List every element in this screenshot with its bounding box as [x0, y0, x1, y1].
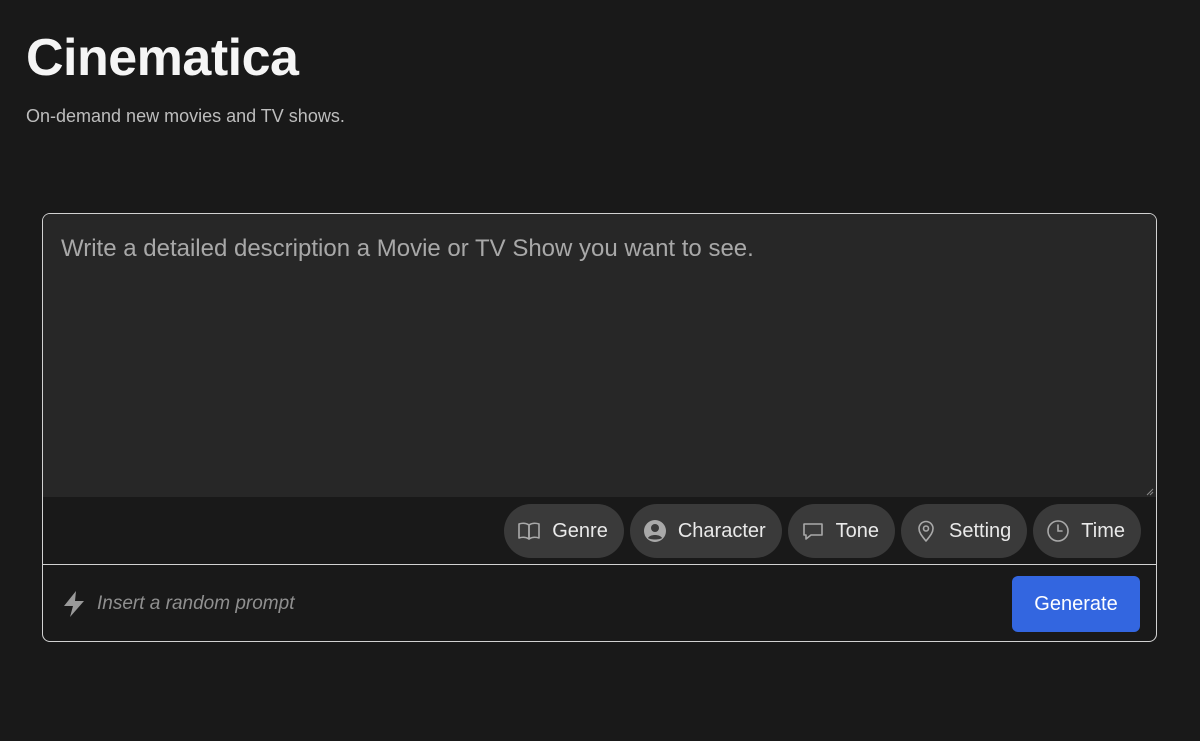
app-page: Cinematica On-demand new movies and TV s… — [0, 0, 1200, 741]
chip-tone[interactable]: Tone — [787, 504, 896, 558]
chip-time[interactable]: Time — [1033, 504, 1141, 558]
chip-character[interactable]: Character — [629, 504, 782, 558]
user-circle-icon — [642, 518, 668, 544]
book-icon — [516, 518, 542, 544]
generate-button[interactable]: Generate — [1012, 576, 1140, 632]
clock-icon — [1045, 518, 1071, 544]
chip-character-label: Character — [677, 519, 766, 542]
app-subtitle: On-demand new movies and TV shows. — [26, 106, 345, 126]
random-prompt-link[interactable]: Insert a random prompt — [61, 590, 294, 618]
app-title: Cinematica — [26, 29, 299, 87]
prompt-chips: Genre Character Tone Setting Time — [504, 504, 1141, 558]
lightning-bolt-icon — [64, 591, 84, 617]
chip-genre[interactable]: Genre — [504, 504, 624, 558]
map-pin-icon — [913, 518, 939, 544]
chip-genre-label: Genre — [552, 519, 608, 542]
prompt-textarea[interactable] — [43, 214, 1156, 497]
speech-bubble-icon — [800, 518, 826, 544]
prompt-composer: Genre Character Tone — [42, 213, 1157, 642]
chip-setting[interactable]: Setting — [901, 504, 1028, 558]
chip-time-label: Time — [1081, 519, 1125, 542]
random-prompt-label: Insert a random prompt — [97, 593, 295, 614]
composer-divider — [43, 564, 1156, 565]
resize-grip-icon[interactable] — [1146, 488, 1154, 496]
chip-tone-label: Tone — [835, 519, 880, 542]
chip-setting-label: Setting — [949, 519, 1012, 542]
